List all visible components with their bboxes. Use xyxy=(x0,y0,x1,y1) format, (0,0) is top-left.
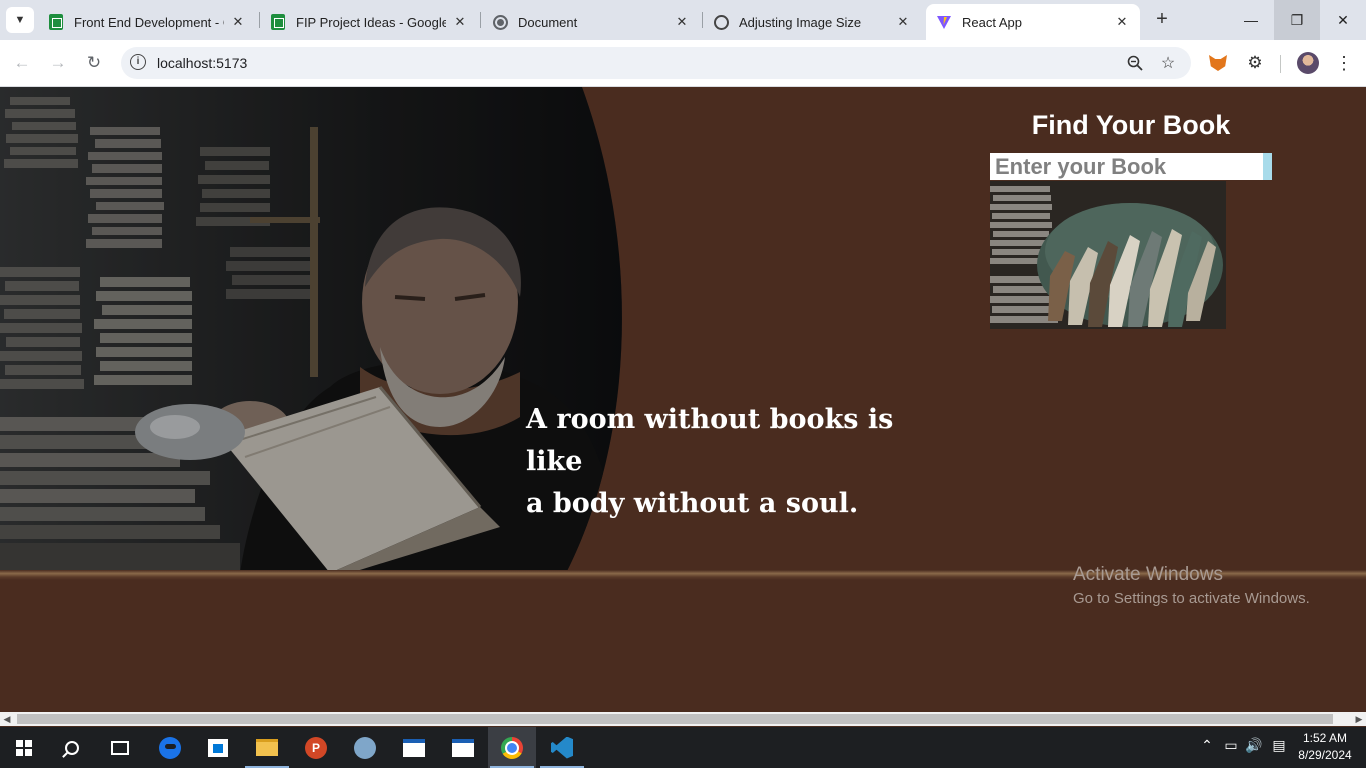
browser-toolbar: ← → ↻ i localhost:5173 ☆ ⚙ ⋮ xyxy=(0,40,1366,87)
scroll-left-arrow-icon[interactable]: ◀ xyxy=(0,712,14,726)
show-hidden-icons-chevron-icon[interactable]: ⌃ xyxy=(1197,737,1217,754)
restore-button[interactable]: ❐ xyxy=(1274,0,1320,40)
address-bar[interactable]: i localhost:5173 ☆ xyxy=(121,47,1191,79)
plus-icon: + xyxy=(1156,8,1168,30)
search-button[interactable] xyxy=(48,727,96,768)
tab-title: Adjusting Image Size xyxy=(739,14,862,30)
store-taskbar-button[interactable] xyxy=(194,727,242,768)
extensions-puzzle-icon[interactable]: ⚙ xyxy=(1244,52,1266,74)
edge-icon xyxy=(159,736,181,759)
tab-close-icon[interactable]: ✕ xyxy=(452,14,468,30)
scrollbar-thumb[interactable] xyxy=(17,714,1333,724)
search-icon xyxy=(65,740,79,755)
tab-close-icon[interactable]: ✕ xyxy=(895,14,911,30)
book-search-input[interactable] xyxy=(990,153,1272,180)
tab-fip-project-ideas[interactable]: FIP Project Ideas - Google Sl ✕ xyxy=(260,4,478,40)
book-quote: A room without books is like a body with… xyxy=(526,399,926,525)
forward-button[interactable]: → xyxy=(45,50,71,76)
metamask-extension-icon[interactable] xyxy=(1207,52,1229,74)
close-icon: ✕ xyxy=(1337,11,1349,28)
close-window-button[interactable]: ✕ xyxy=(1320,0,1366,40)
windows-taskbar: P ⌃ ▭ 🔊 ▤ 1:52 AM 8/29/2024 xyxy=(0,727,1366,768)
edge-taskbar-button[interactable] xyxy=(146,727,194,768)
find-book-title: Find Your Book xyxy=(1031,110,1231,140)
chrome-taskbar-button[interactable] xyxy=(488,727,536,768)
database-tool-icon xyxy=(354,736,376,759)
app-window-2-taskbar-button[interactable] xyxy=(439,727,487,768)
tab-title: Document xyxy=(518,14,578,30)
sql-tool-taskbar-button[interactable] xyxy=(341,727,389,768)
activate-windows-watermark: Activate Windows Go to Settings to activ… xyxy=(1073,563,1310,610)
minimize-button[interactable]: — xyxy=(1228,0,1274,40)
reload-button[interactable]: ↻ xyxy=(81,50,107,76)
new-tab-button[interactable]: + xyxy=(1150,8,1174,32)
tab-adjusting-image-size[interactable]: Adjusting Image Size ✕ xyxy=(703,4,921,40)
vscode-taskbar-button[interactable] xyxy=(538,727,586,768)
tab-strip: ▼ Front End Development - Go ✕ FIP Proje… xyxy=(0,0,1366,40)
volume-icon[interactable]: 🔊 xyxy=(1244,737,1264,754)
google-sheets-icon xyxy=(270,14,286,30)
hero-section: A room without books is like a body with… xyxy=(0,87,1366,573)
horizontal-scrollbar[interactable]: ◀ ▶ xyxy=(0,712,1366,726)
task-view-icon xyxy=(111,740,129,755)
quote-line-2: a body without a soul. xyxy=(526,488,859,519)
vscode-icon xyxy=(551,736,573,759)
profile-avatar[interactable] xyxy=(1297,52,1319,74)
reload-icon: ↻ xyxy=(86,53,102,72)
chatgpt-icon xyxy=(713,14,729,30)
system-clock[interactable]: 1:52 AM 8/29/2024 xyxy=(1290,730,1360,764)
page-viewport: A room without books is like a body with… xyxy=(0,87,1366,712)
tab-title: FIP Project Ideas - Google Sl xyxy=(296,14,446,30)
scroll-right-arrow-icon[interactable]: ▶ xyxy=(1352,712,1366,726)
chrome-icon xyxy=(501,736,523,759)
google-sheets-icon xyxy=(48,14,64,30)
powerpoint-taskbar-button[interactable]: P xyxy=(292,727,340,768)
tab-separator xyxy=(480,12,481,28)
arrow-right-icon: → xyxy=(49,53,67,72)
quote-line-1: A room without books is like xyxy=(526,404,894,477)
activate-windows-title: Activate Windows xyxy=(1073,564,1223,585)
tab-close-icon[interactable]: ✕ xyxy=(230,14,246,30)
globe-icon xyxy=(492,14,508,30)
clock-date: 8/29/2024 xyxy=(1298,748,1352,762)
notifications-icon[interactable]: ▤ xyxy=(1269,737,1289,754)
app-window-taskbar-button[interactable] xyxy=(390,727,438,768)
activate-windows-subtitle: Go to Settings to activate Windows. xyxy=(1073,590,1310,607)
tab-close-icon[interactable]: ✕ xyxy=(1114,14,1130,30)
powerpoint-icon: P xyxy=(305,736,327,759)
url-text[interactable]: localhost:5173 xyxy=(157,55,247,71)
tab-front-end-development[interactable]: Front End Development - Go ✕ xyxy=(38,4,256,40)
task-view-button[interactable] xyxy=(96,727,144,768)
windows-logo-icon xyxy=(16,739,32,756)
vite-icon xyxy=(936,14,952,30)
tab-title: Front End Development - Go xyxy=(74,14,224,30)
zoom-icon[interactable] xyxy=(1125,53,1145,73)
browser-menu-kebab-icon[interactable]: ⋮ xyxy=(1333,52,1355,74)
app-window-icon xyxy=(452,738,474,757)
battery-icon[interactable]: ▭ xyxy=(1221,737,1241,754)
folder-icon xyxy=(256,739,278,756)
start-button[interactable] xyxy=(0,727,48,768)
toolbar-separator xyxy=(1280,55,1281,73)
tab-react-app[interactable]: React App ✕ xyxy=(926,4,1140,40)
site-info-icon[interactable]: i xyxy=(130,54,146,70)
tab-close-icon[interactable]: ✕ xyxy=(674,14,690,30)
clock-time: 1:52 AM xyxy=(1302,731,1348,745)
tab-title: React App xyxy=(962,14,1022,30)
minimize-icon: — xyxy=(1244,12,1258,28)
bookmark-star-icon[interactable]: ☆ xyxy=(1158,53,1178,73)
find-book-panel: Find Your Book xyxy=(990,107,1272,329)
file-explorer-taskbar-button[interactable] xyxy=(243,727,291,768)
tab-search-button[interactable]: ▼ xyxy=(6,7,34,33)
store-icon xyxy=(208,738,228,757)
chevron-down-icon: ▼ xyxy=(14,14,26,26)
arrow-left-icon: ← xyxy=(13,53,31,72)
books-thumbnail-image xyxy=(990,181,1226,329)
back-button[interactable]: ← xyxy=(9,50,35,76)
app-window-icon xyxy=(403,738,425,757)
restore-icon: ❐ xyxy=(1290,11,1304,28)
tab-document[interactable]: Document ✕ xyxy=(482,4,700,40)
